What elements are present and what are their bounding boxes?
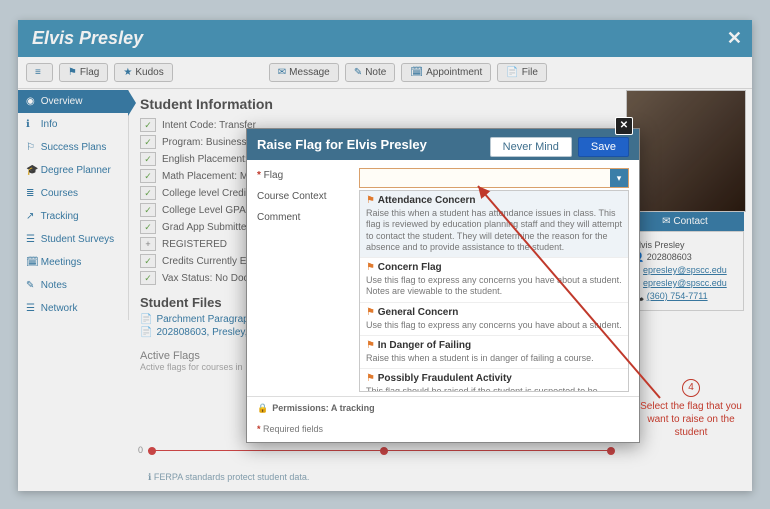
flag-option[interactable]: General ConcernUse this flag to express … <box>360 303 628 336</box>
callout-text: Select the flag that you want to raise o… <box>632 400 750 439</box>
raise-flag-modal: ✕ Save Never Mind Raise Flag for Elvis P… <box>246 128 640 443</box>
lock-icon: 🔒 <box>257 403 268 413</box>
flag-select[interactable]: ▾ <box>359 168 629 188</box>
flag-option[interactable]: Concern FlagUse this flag to express any… <box>360 258 628 303</box>
modal-title: Raise Flag for Elvis Presley <box>257 137 427 152</box>
required-fields-note: Required fields <box>247 420 639 442</box>
flag-option[interactable]: Attendance ConcernRaise this when a stud… <box>360 191 628 258</box>
flag-field-label: Flag <box>257 170 353 181</box>
save-button[interactable]: Save <box>578 137 629 157</box>
modal-close-icon[interactable]: ✕ <box>615 117 633 135</box>
flag-option[interactable]: Possibly Fraudulent ActivityThis flag sh… <box>360 369 628 392</box>
permissions-row: 🔒Permissions: A tracking <box>247 396 639 420</box>
callout-number: 4 <box>682 379 700 397</box>
callout: 4 Select the flag that you want to raise… <box>632 379 750 439</box>
modal-header: ✕ Save Never Mind Raise Flag for Elvis P… <box>247 129 639 160</box>
flag-dropdown[interactable]: Attendance ConcernRaise this when a stud… <box>359 190 629 392</box>
never-mind-button[interactable]: Never Mind <box>490 137 572 157</box>
chevron-down-icon[interactable]: ▾ <box>610 169 628 187</box>
modal-labels: Flag Course Context Comment <box>247 160 359 396</box>
comment-label: Comment <box>257 212 353 223</box>
flag-option[interactable]: In Danger of FailingRaise this when a st… <box>360 336 628 369</box>
course-context-label: Course Context <box>257 191 353 202</box>
